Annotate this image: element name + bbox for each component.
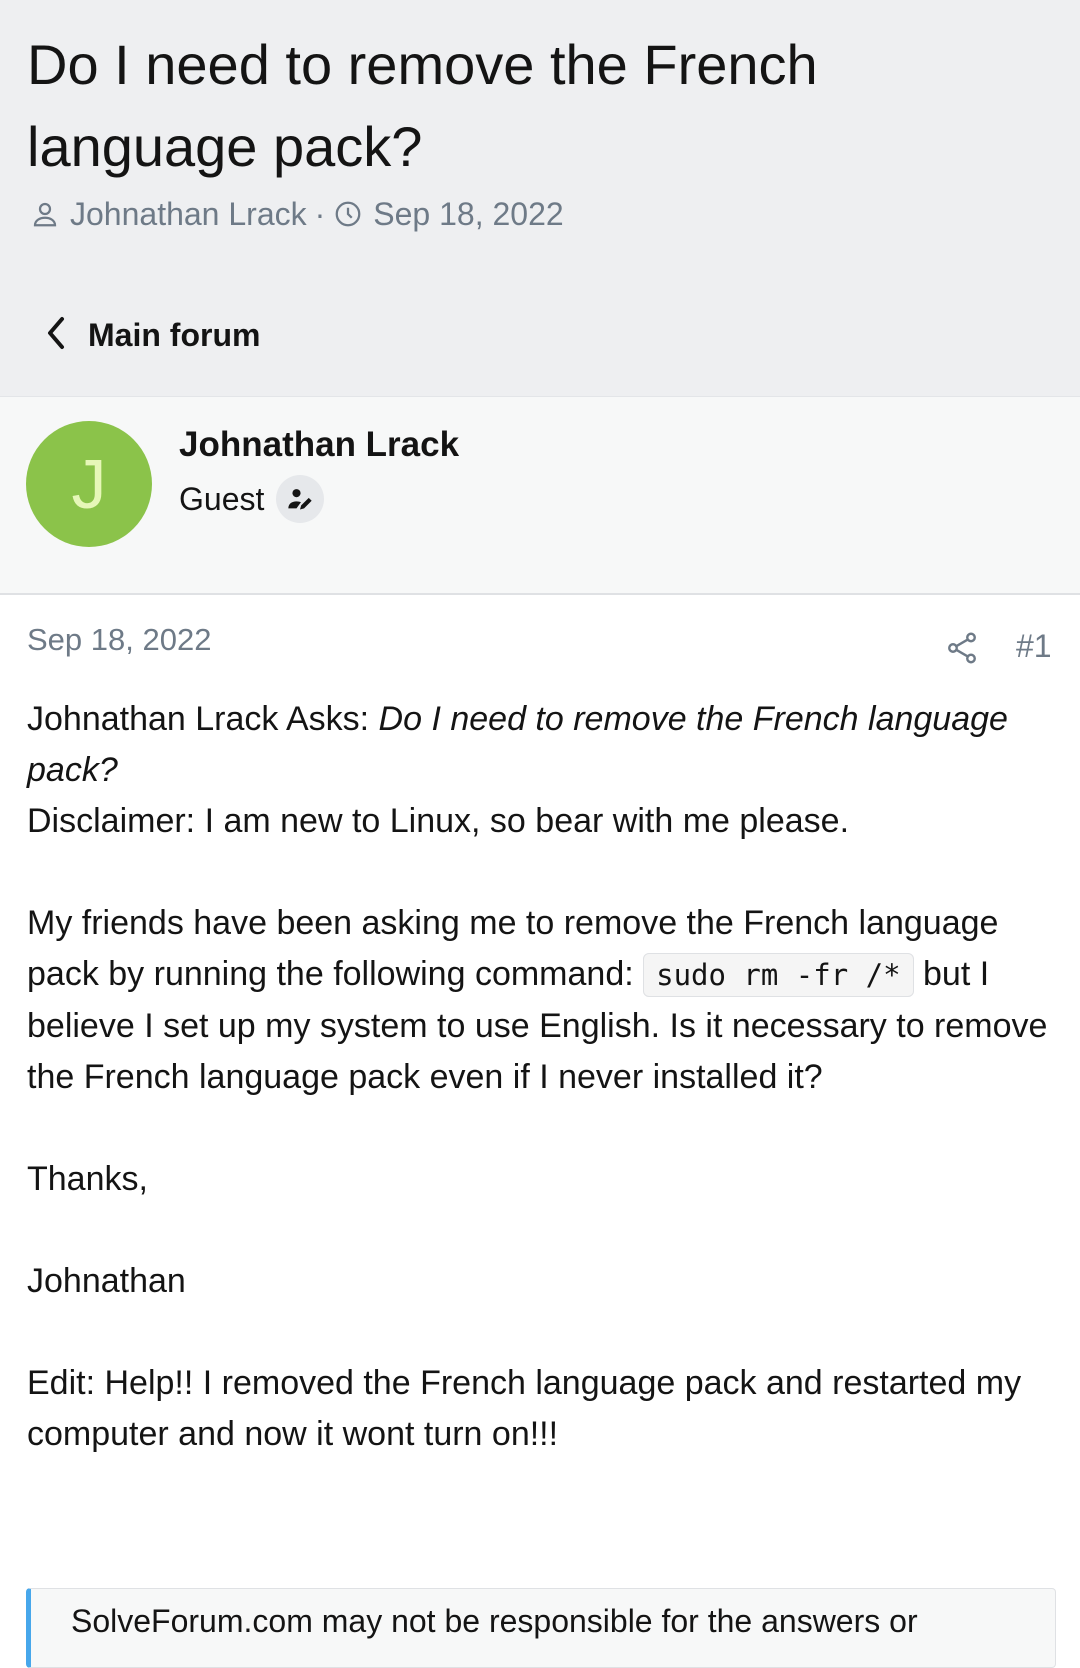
thread-date-link[interactable]: Sep 18, 2022 — [373, 196, 563, 233]
post-question-line: Johnathan Lrack Asks: Do I need to remov… — [27, 694, 1063, 796]
chevron-left-icon — [44, 315, 68, 356]
user-title-label: Guest — [179, 480, 265, 517]
disclaimer-text: Disclaimer: I am new to Linux, so bear w… — [27, 802, 850, 840]
disclaimer-notice: SolveForum.com may not be responsible fo… — [26, 1588, 1056, 1668]
post-number-link[interactable]: #1 — [1016, 628, 1052, 665]
post-date-link[interactable]: Sep 18, 2022 — [27, 622, 211, 658]
asks-prefix: Johnathan Lrack Asks: — [27, 700, 379, 738]
back-to-forum-link[interactable]: Main forum — [44, 310, 260, 360]
thread-author-link[interactable]: Johnathan Lrack — [70, 196, 307, 233]
user-icon — [30, 199, 60, 229]
clock-icon — [333, 199, 363, 229]
thread-header: Do I need to remove the French language … — [0, 0, 1080, 396]
post-username[interactable]: Johnathan Lrack — [179, 425, 459, 465]
share-icon[interactable] — [944, 630, 980, 666]
user-title: Guest — [179, 475, 325, 523]
back-link-label: Main forum — [88, 316, 261, 353]
meta-separator: · — [314, 195, 326, 232]
edit-text: Edit: Help!! I removed the French langua… — [27, 1364, 1022, 1453]
post-body: Johnathan Lrack Asks: Do I need to remov… — [27, 694, 1063, 1460]
avatar[interactable]: J — [26, 421, 152, 547]
inline-code: sudo rm -fr /* — [643, 953, 914, 997]
user-edit-icon — [276, 475, 325, 523]
question-paragraph: My friends have been asking me to remove… — [27, 898, 1063, 1103]
post-author-bar: J Johnathan Lrack Guest — [0, 396, 1080, 595]
thanks-text: Thanks, — [27, 1160, 148, 1198]
notice-text: SolveForum.com may not be responsible fo… — [71, 1603, 918, 1639]
page-title: Do I need to remove the French language … — [27, 33, 818, 178]
signature-text: Johnathan — [27, 1262, 186, 1300]
thread-meta: Johnathan Lrack · Sep 18, 2022 — [30, 192, 564, 236]
